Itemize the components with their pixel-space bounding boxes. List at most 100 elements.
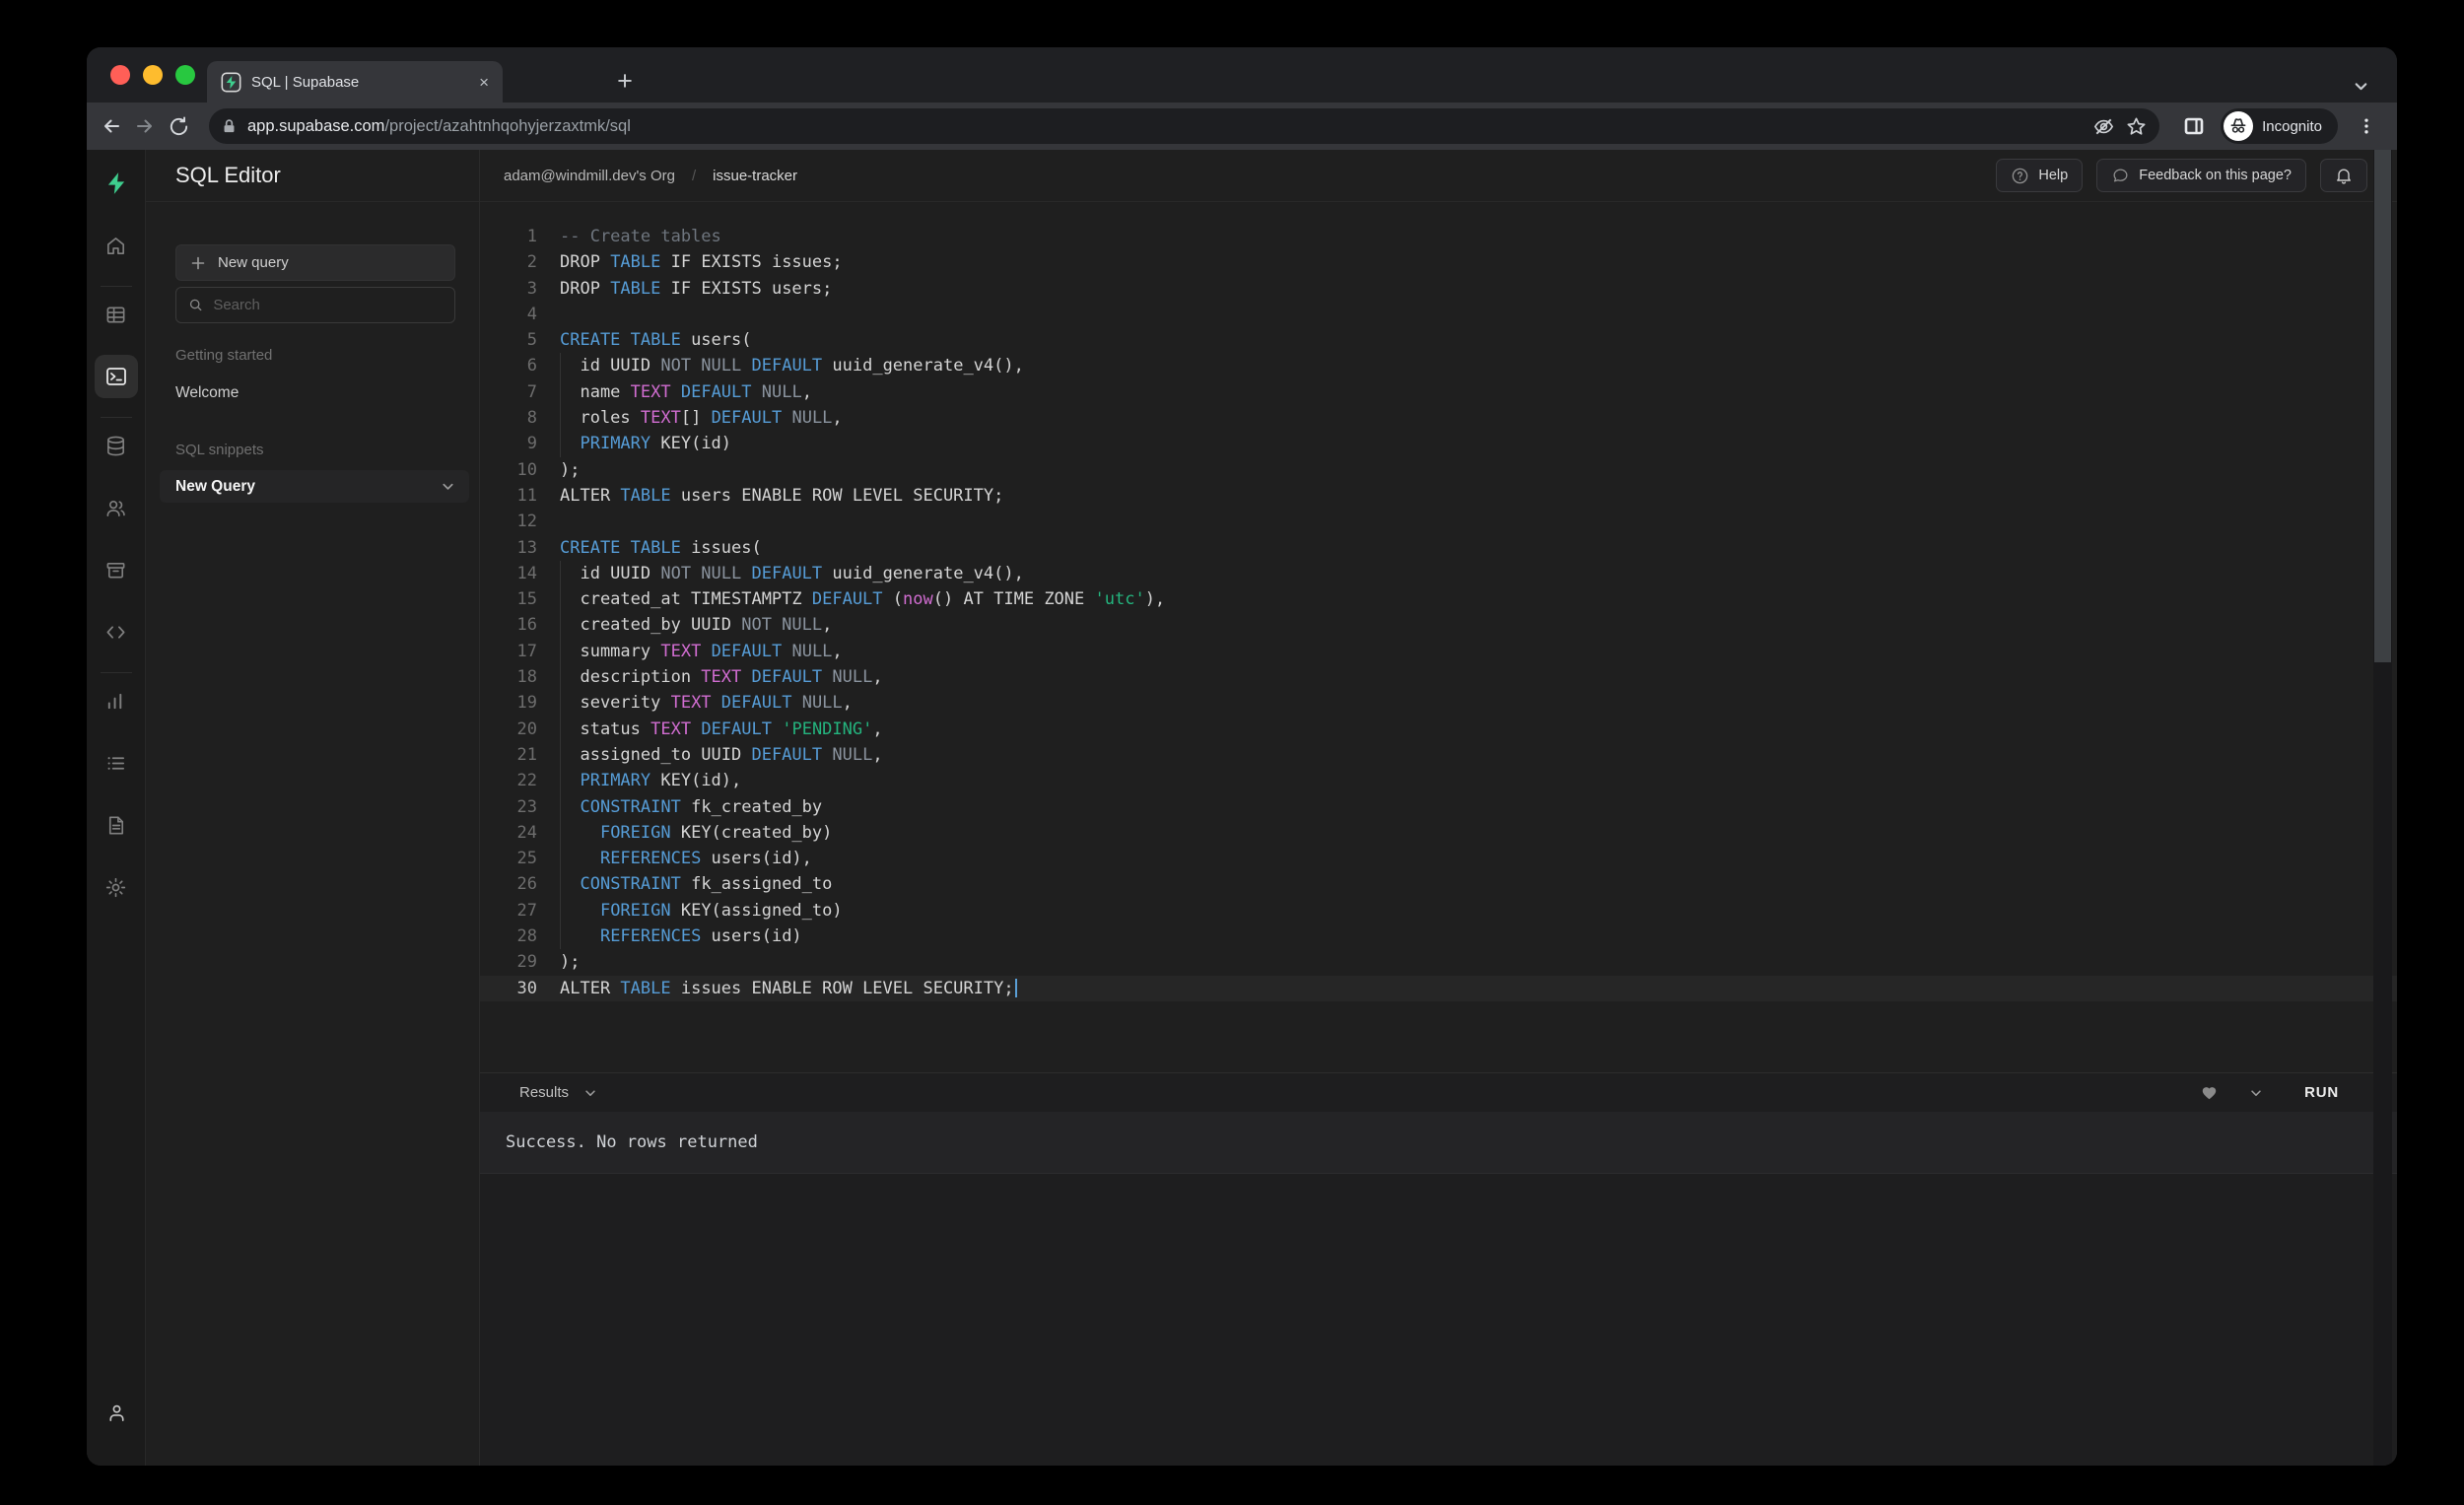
feedback-button[interactable]: Feedback on this page? <box>2096 159 2306 192</box>
eye-off-icon[interactable] <box>2092 115 2115 138</box>
page-scrollbar[interactable] <box>2373 150 2392 1466</box>
code-line[interactable]: 12 <box>480 509 2397 534</box>
code-line[interactable]: 20 status TEXT DEFAULT 'PENDING', <box>480 717 2397 742</box>
sidebar-item-new-query-label: New Query <box>175 478 255 496</box>
logs-icon[interactable] <box>95 741 138 785</box>
url-host: app.supabase.com <box>247 117 384 135</box>
code-line[interactable]: 11ALTER TABLE users ENABLE ROW LEVEL SEC… <box>480 483 2397 509</box>
code-line[interactable]: 29); <box>480 949 2397 975</box>
code-line[interactable]: 2DROP TABLE IF EXISTS issues; <box>480 249 2397 275</box>
code-line[interactable]: 4 <box>480 302 2397 327</box>
code-line[interactable]: 22 PRIMARY KEY(id), <box>480 768 2397 793</box>
code-line[interactable]: 25 REFERENCES users(id), <box>480 846 2397 871</box>
account-icon[interactable] <box>87 1402 146 1424</box>
nav-rail <box>87 150 146 1466</box>
settings-gear-icon[interactable] <box>95 865 138 909</box>
run-options-chevron-icon[interactable] <box>2249 1086 2263 1100</box>
results-tab-label[interactable]: Results <box>519 1084 569 1101</box>
results-message: Success. No rows returned <box>506 1132 758 1152</box>
code-line[interactable]: 10); <box>480 457 2397 483</box>
code-line[interactable]: 15 created_at TIMESTAMPTZ DEFAULT (now()… <box>480 586 2397 612</box>
search-box[interactable] <box>175 287 455 323</box>
favorite-heart-icon[interactable] <box>2200 1083 2219 1102</box>
sidebar-item-welcome[interactable]: Welcome <box>175 384 455 402</box>
breadcrumb-org[interactable]: adam@windmill.dev's Org <box>504 168 675 184</box>
line-number: 3 <box>480 276 537 302</box>
code-line[interactable]: 27 FOREIGN KEY(assigned_to) <box>480 898 2397 924</box>
api-docs-icon[interactable] <box>95 803 138 847</box>
notifications-button[interactable] <box>2320 159 2367 192</box>
close-tab-icon[interactable]: × <box>479 74 489 91</box>
minimize-window-button[interactable] <box>143 65 163 85</box>
edge-functions-icon[interactable] <box>95 610 138 653</box>
code-line[interactable]: 5CREATE TABLE users( <box>480 327 2397 353</box>
indent-guide <box>560 664 561 690</box>
line-number: 20 <box>480 717 537 742</box>
home-icon[interactable] <box>95 224 138 267</box>
code-line[interactable]: 6 id UUID NOT NULL DEFAULT uuid_generate… <box>480 353 2397 378</box>
results-output: Success. No rows returned <box>480 1112 2397 1173</box>
search-input[interactable] <box>213 297 443 313</box>
browser-tab[interactable]: SQL | Supabase × <box>207 61 503 103</box>
sidebar-header: SQL Editor <box>146 150 479 202</box>
auth-users-icon[interactable] <box>95 486 138 529</box>
tab-search-chevron-icon[interactable] <box>2353 78 2369 95</box>
indent-guide <box>560 353 561 378</box>
line-number: 14 <box>480 561 537 586</box>
code-line[interactable]: 18 description TEXT DEFAULT NULL, <box>480 664 2397 690</box>
new-tab-button[interactable]: + <box>607 63 643 99</box>
code-line[interactable]: 30ALTER TABLE issues ENABLE ROW LEVEL SE… <box>480 976 2397 1001</box>
breadcrumb-project[interactable]: issue-tracker <box>713 168 797 184</box>
code-line[interactable]: 8 roles TEXT[] DEFAULT NULL, <box>480 405 2397 431</box>
scrollbar-thumb[interactable] <box>2374 150 2391 662</box>
indent-guide <box>560 379 561 405</box>
code-line[interactable]: 1-- Create tables <box>480 224 2397 249</box>
sql-code-editor[interactable]: 1-- Create tables2DROP TABLE IF EXISTS i… <box>480 202 2397 1072</box>
desktop: SQL | Supabase × + app.supabase.com/proj… <box>0 0 2464 1505</box>
bookmark-star-icon[interactable] <box>2125 115 2148 138</box>
database-icon[interactable] <box>95 424 138 467</box>
close-window-button[interactable] <box>110 65 130 85</box>
line-number: 12 <box>480 509 537 534</box>
code-line[interactable]: 24 FOREIGN KEY(created_by) <box>480 820 2397 846</box>
code-line[interactable]: 26 CONSTRAINT fk_assigned_to <box>480 871 2397 897</box>
sidebar-item-new-query[interactable]: New Query <box>160 470 469 503</box>
code-line[interactable]: 17 summary TEXT DEFAULT NULL, <box>480 639 2397 664</box>
run-button[interactable]: RUN <box>2304 1084 2339 1101</box>
back-icon[interactable] <box>95 109 128 143</box>
line-number: 25 <box>480 846 537 871</box>
results-chevron-icon[interactable] <box>583 1086 597 1100</box>
zoom-window-button[interactable] <box>175 65 195 85</box>
code-line[interactable]: 7 name TEXT DEFAULT NULL, <box>480 379 2397 405</box>
line-number: 5 <box>480 327 537 353</box>
code-line[interactable]: 21 assigned_to UUID DEFAULT NULL, <box>480 742 2397 768</box>
code-line[interactable]: 13CREATE TABLE issues( <box>480 535 2397 561</box>
line-number: 2 <box>480 249 537 275</box>
chevron-down-icon <box>441 479 455 494</box>
line-number: 1 <box>480 224 537 249</box>
new-query-button[interactable]: New query <box>175 244 455 281</box>
table-editor-icon[interactable] <box>95 293 138 336</box>
code-line[interactable]: 3DROP TABLE IF EXISTS users; <box>480 276 2397 302</box>
forward-icon[interactable] <box>128 109 162 143</box>
reload-icon[interactable] <box>162 109 195 143</box>
address-bar[interactable]: app.supabase.com/project/azahtnhqohyjerz… <box>209 108 2159 144</box>
supabase-logo-icon[interactable] <box>95 162 138 205</box>
line-number: 13 <box>480 535 537 561</box>
reports-icon[interactable] <box>95 679 138 722</box>
code-line[interactable]: 19 severity TEXT DEFAULT NULL, <box>480 690 2397 716</box>
code-line[interactable]: 14 id UUID NOT NULL DEFAULT uuid_generat… <box>480 561 2397 586</box>
code-line[interactable]: 28 REFERENCES users(id) <box>480 924 2397 949</box>
line-number: 29 <box>480 949 537 975</box>
help-button[interactable]: Help <box>1996 159 2083 192</box>
browser-menu-icon[interactable] <box>2350 109 2383 143</box>
indent-guide <box>560 794 561 820</box>
browser-window: SQL | Supabase × + app.supabase.com/proj… <box>87 47 2397 1466</box>
storage-icon[interactable] <box>95 548 138 591</box>
code-line[interactable]: 9 PRIMARY KEY(id) <box>480 431 2397 456</box>
code-line[interactable]: 16 created_by UUID NOT NULL, <box>480 612 2397 638</box>
side-panel-icon[interactable] <box>2177 109 2211 143</box>
line-number: 24 <box>480 820 537 846</box>
sql-editor-icon[interactable] <box>95 355 138 398</box>
code-line[interactable]: 23 CONSTRAINT fk_created_by <box>480 794 2397 820</box>
